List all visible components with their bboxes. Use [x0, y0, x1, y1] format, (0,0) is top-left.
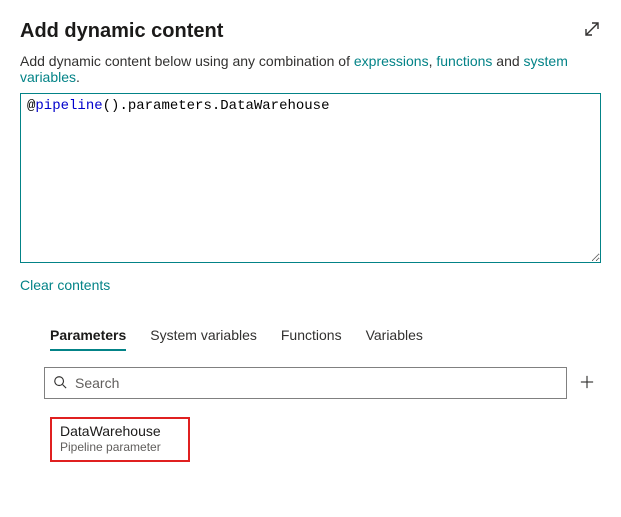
parameter-name: DataWarehouse: [60, 423, 180, 439]
plus-icon: [580, 373, 594, 394]
tab-system-variables[interactable]: System variables: [150, 327, 257, 351]
tab-functions[interactable]: Functions: [281, 327, 342, 351]
intro-text: Add dynamic content below using any comb…: [20, 53, 601, 85]
tab-parameters[interactable]: Parameters: [50, 327, 126, 351]
expression-editor[interactable]: @pipeline().parameters.DataWarehouse: [20, 93, 601, 263]
tab-variables[interactable]: Variables: [366, 327, 423, 351]
panel-title: Add dynamic content: [20, 20, 223, 43]
expand-icon[interactable]: [583, 20, 601, 38]
clear-contents-link[interactable]: Clear contents: [20, 277, 110, 293]
intro-sep2: and: [492, 53, 523, 69]
token-dot: .: [212, 98, 220, 114]
intro-suffix: .: [76, 69, 80, 85]
search-input[interactable]: [73, 374, 558, 392]
token-keyword: pipeline: [35, 98, 102, 114]
intro-prefix: Add dynamic content below using any comb…: [20, 53, 354, 69]
parameter-description: Pipeline parameter: [60, 440, 180, 454]
link-expressions[interactable]: expressions: [354, 53, 429, 69]
search-icon: [53, 375, 67, 392]
search-box[interactable]: [44, 367, 567, 399]
parameter-item-datawarehouse[interactable]: DataWarehouse Pipeline parameter: [50, 417, 190, 462]
tab-bar: Parameters System variables Functions Va…: [20, 327, 601, 351]
token-prop-parameters: parameters: [128, 98, 212, 114]
token-parens: (): [103, 98, 120, 114]
token-dot: .: [119, 98, 127, 114]
link-functions[interactable]: functions: [436, 53, 492, 69]
token-prop-datawarehouse: DataWarehouse: [220, 98, 329, 114]
add-button[interactable]: [573, 369, 601, 397]
